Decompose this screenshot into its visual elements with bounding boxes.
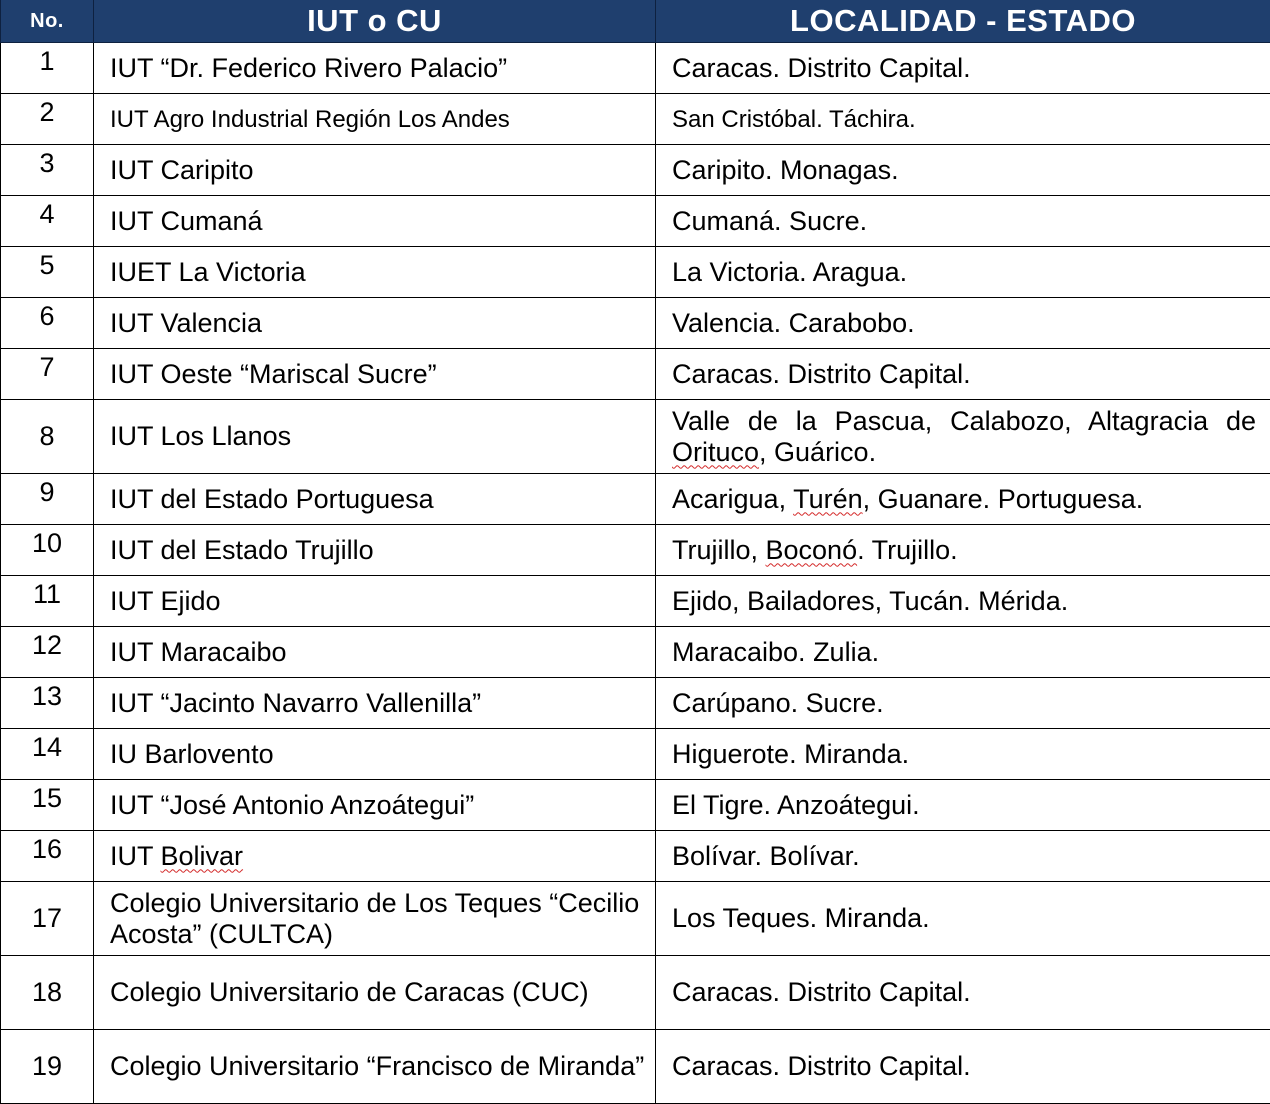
- institution-location: Bolívar. Bolívar.: [656, 831, 1270, 882]
- spellcheck-underlined-word: Orituco: [672, 437, 759, 467]
- table-row: 1 IUT “Dr. Federico Rivero Palacio” Cara…: [1, 43, 1270, 94]
- table-row: 6 IUT Valencia Valencia. Carabobo.: [1, 298, 1270, 349]
- row-number: 17: [1, 882, 94, 956]
- institution-name: Colegio Universitario de Caracas (CUC): [94, 956, 656, 1030]
- row-number: 6: [1, 298, 94, 349]
- location-part: , Guanare. Portuguesa.: [863, 484, 1144, 514]
- row-number: 14: [1, 729, 94, 780]
- institution-name: IUT Cumaná: [94, 196, 656, 247]
- institution-location: Caracas. Distrito Capital.: [656, 1030, 1270, 1104]
- table-row: 5 IUET La Victoria La Victoria. Aragua.: [1, 247, 1270, 298]
- row-number: 13: [1, 678, 94, 729]
- table-row: 7 IUT Oeste “Mariscal Sucre” Caracas. Di…: [1, 349, 1270, 400]
- table-row: 4 IUT Cumaná Cumaná. Sucre.: [1, 196, 1270, 247]
- institution-location: Valle de la Pascua, Calabozo, Altagracia…: [656, 400, 1270, 474]
- row-number: 11: [1, 576, 94, 627]
- name-part: IUT: [110, 841, 161, 871]
- row-number: 19: [1, 1030, 94, 1104]
- location-part: Valle de la Pascua, Calabozo, Altagracia…: [672, 406, 1256, 436]
- row-number: 9: [1, 474, 94, 525]
- institution-name: IUT Caripito: [94, 145, 656, 196]
- institution-location: Los Teques. Miranda.: [656, 882, 1270, 956]
- institution-location: Caracas. Distrito Capital.: [656, 349, 1270, 400]
- header-no: No.: [1, 0, 94, 43]
- table-row: 10 IUT del Estado Trujillo Trujillo, Boc…: [1, 525, 1270, 576]
- row-number: 3: [1, 145, 94, 196]
- table-row: 8 IUT Los Llanos Valle de la Pascua, Cal…: [1, 400, 1270, 474]
- row-number: 2: [1, 94, 94, 145]
- institution-name: IUT Valencia: [94, 298, 656, 349]
- table-row: 14 IU Barlovento Higuerote. Miranda.: [1, 729, 1270, 780]
- table-row: 19 Colegio Universitario “Francisco de M…: [1, 1030, 1270, 1104]
- row-number: 8: [1, 400, 94, 474]
- institution-name: IUET La Victoria: [94, 247, 656, 298]
- table-row: 11 IUT Ejido Ejido, Bailadores, Tucán. M…: [1, 576, 1270, 627]
- row-number: 4: [1, 196, 94, 247]
- row-number: 18: [1, 956, 94, 1030]
- location-part: , Guárico.: [759, 437, 876, 467]
- table-row: 15 IUT “José Antonio Anzoátegui” El Tigr…: [1, 780, 1270, 831]
- institution-location: Carúpano. Sucre.: [656, 678, 1270, 729]
- institution-location: San Cristóbal. Táchira.: [656, 94, 1270, 145]
- institution-name: Colegio Universitario “Francisco de Mira…: [94, 1030, 656, 1104]
- table-row: 16 IUT Bolivar Bolívar. Bolívar.: [1, 831, 1270, 882]
- institution-name: IUT “Dr. Federico Rivero Palacio”: [94, 43, 656, 94]
- table-row: 12 IUT Maracaibo Maracaibo. Zulia.: [1, 627, 1270, 678]
- row-number: 5: [1, 247, 94, 298]
- table-row: 9 IUT del Estado Portuguesa Acarigua, Tu…: [1, 474, 1270, 525]
- institution-name: IUT Agro Industrial Región Los Andes: [94, 94, 656, 145]
- header-row: No. IUT o CU LOCALIDAD - ESTADO: [1, 0, 1270, 43]
- row-number: 16: [1, 831, 94, 882]
- institution-location: La Victoria. Aragua.: [656, 247, 1270, 298]
- institution-name: IU Barlovento: [94, 729, 656, 780]
- institution-location: Caripito. Monagas.: [656, 145, 1270, 196]
- institution-location: Ejido, Bailadores, Tucán. Mérida.: [656, 576, 1270, 627]
- institution-location: Cumaná. Sucre.: [656, 196, 1270, 247]
- row-number: 1: [1, 43, 94, 94]
- table-row: 3 IUT Caripito Caripito. Monagas.: [1, 145, 1270, 196]
- institution-name: IUT Bolivar: [94, 831, 656, 882]
- institution-location: El Tigre. Anzoátegui.: [656, 780, 1270, 831]
- row-number: 7: [1, 349, 94, 400]
- institution-name: IUT Ejido: [94, 576, 656, 627]
- institution-name: IUT “José Antonio Anzoátegui”: [94, 780, 656, 831]
- header-name: IUT o CU: [94, 0, 656, 43]
- institution-name: IUT Oeste “Mariscal Sucre”: [94, 349, 656, 400]
- institution-name: IUT “Jacinto Navarro Vallenilla”: [94, 678, 656, 729]
- row-number: 15: [1, 780, 94, 831]
- row-number: 10: [1, 525, 94, 576]
- spellcheck-underlined-word: Boconó: [766, 535, 858, 565]
- institution-location: Valencia. Carabobo.: [656, 298, 1270, 349]
- table-row: 2 IUT Agro Industrial Región Los Andes S…: [1, 94, 1270, 145]
- institution-location: Maracaibo. Zulia.: [656, 627, 1270, 678]
- header-location: LOCALIDAD - ESTADO: [656, 0, 1270, 43]
- row-number: 12: [1, 627, 94, 678]
- location-part: . Trujillo.: [857, 535, 958, 565]
- institution-name: IUT Los Llanos: [94, 400, 656, 474]
- institution-name: IUT del Estado Portuguesa: [94, 474, 656, 525]
- institutions-table: No. IUT o CU LOCALIDAD - ESTADO 1 IUT “D…: [0, 0, 1270, 1104]
- institution-name: Colegio Universitario de Los Teques “Cec…: [94, 882, 656, 956]
- table-row: 13 IUT “Jacinto Navarro Vallenilla” Carú…: [1, 678, 1270, 729]
- institution-location: Caracas. Distrito Capital.: [656, 956, 1270, 1030]
- institution-location: Acarigua, Turén, Guanare. Portuguesa.: [656, 474, 1270, 525]
- institution-location: Caracas. Distrito Capital.: [656, 43, 1270, 94]
- spellcheck-underlined-word: Turén: [793, 484, 863, 514]
- institution-location: Higuerote. Miranda.: [656, 729, 1270, 780]
- table-row: 18 Colegio Universitario de Caracas (CUC…: [1, 956, 1270, 1030]
- institution-name: IUT Maracaibo: [94, 627, 656, 678]
- location-part: Acarigua,: [672, 484, 793, 514]
- table-row: 17 Colegio Universitario de Los Teques “…: [1, 882, 1270, 956]
- location-part: Trujillo,: [672, 535, 766, 565]
- institution-location: Trujillo, Boconó. Trujillo.: [656, 525, 1270, 576]
- institution-name: IUT del Estado Trujillo: [94, 525, 656, 576]
- spellcheck-underlined-word: Bolivar: [161, 841, 244, 871]
